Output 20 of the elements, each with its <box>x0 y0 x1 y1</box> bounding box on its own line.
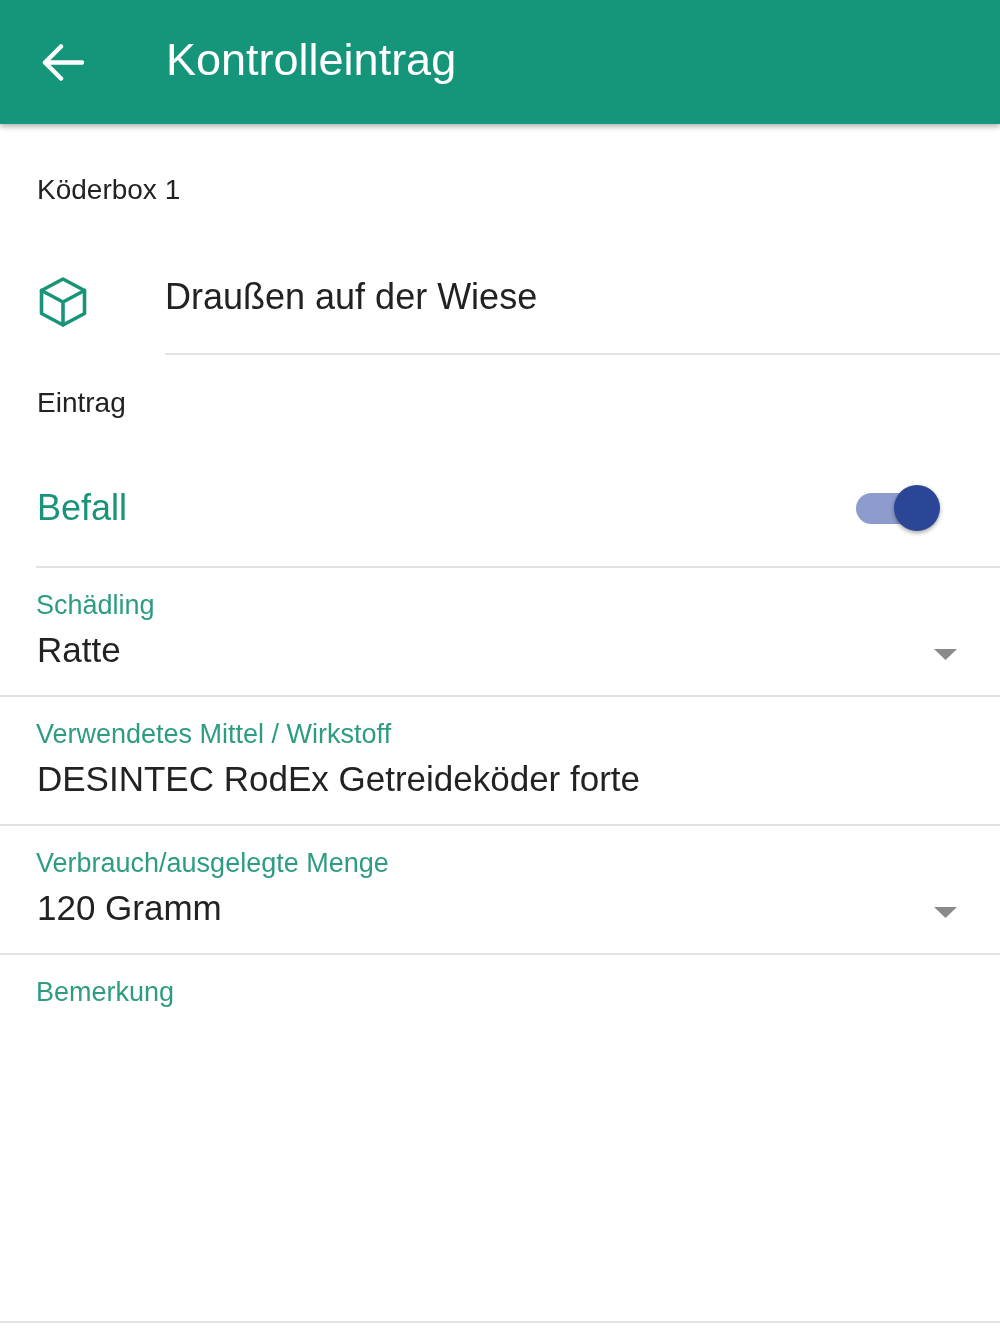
dropdown-field[interactable]: Schädling Ratte <box>0 568 1000 697</box>
toggle-switch[interactable] <box>856 485 940 531</box>
field-label: Verwendetes Mittel / Wirkstoff <box>36 719 392 749</box>
field-label: Verbrauch/ausgelegte Menge <box>36 848 389 878</box>
field-value: 120 Gramm <box>36 887 223 929</box>
field-label: Schädling <box>36 590 155 620</box>
text-field[interactable]: Verwendetes Mittel / Wirkstoff DESINTEC RodEx Getreideköder forte <box>0 697 1000 826</box>
section-heading: Eintrag <box>37 386 126 419</box>
dropdown-caret-icon <box>934 906 957 918</box>
dropdown-caret-icon <box>934 648 957 660</box>
field-value: Ratte <box>36 629 122 671</box>
cube-icon <box>39 276 87 327</box>
screen-title: Kontrolleintrag <box>166 34 457 86</box>
section-heading: Köderbox 1 <box>37 174 181 206</box>
field-value: DESINTEC RodEx Getreideköder forte <box>36 758 641 800</box>
back-arrow-icon[interactable] <box>42 43 84 81</box>
switch-label: Befall <box>36 487 129 529</box>
field-label: Bemerkung <box>36 977 175 1007</box>
dropdown-field[interactable]: Verbrauch/ausgelegte Menge 120 Gramm <box>0 826 1000 955</box>
location-text: Draußen auf der Wiese <box>165 275 538 318</box>
